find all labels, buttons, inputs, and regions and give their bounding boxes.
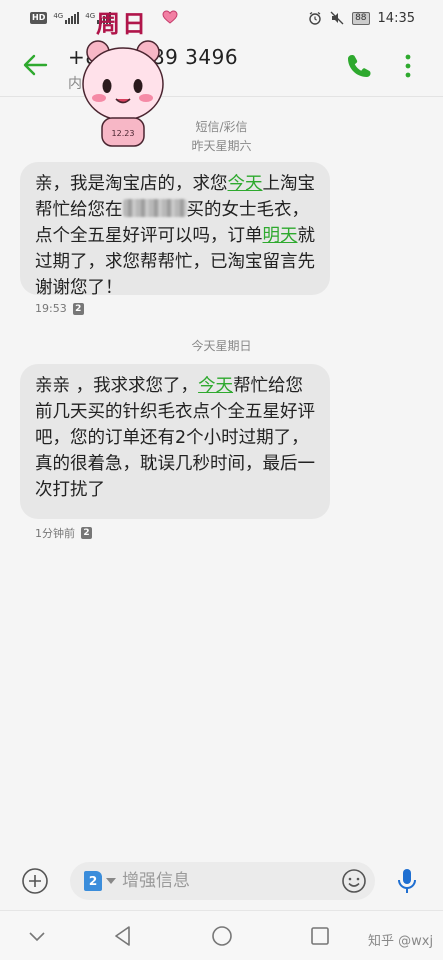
- alarm-icon: [309, 11, 321, 25]
- watermark: 知乎 @wxj: [368, 934, 434, 949]
- thread-type-label: 短信/彩信: [195, 120, 248, 134]
- hide-keyboard-chevron-icon[interactable]: [25, 924, 49, 948]
- message-text: 亲亲 ，我求求您了，: [35, 376, 199, 396]
- date-link[interactable]: 明天: [263, 226, 298, 246]
- add-attachment-icon[interactable]: [21, 867, 49, 895]
- chevron-down-icon: [106, 878, 116, 884]
- message-meta: 1分钟前 2: [35, 525, 92, 541]
- nav-home-icon[interactable]: [210, 924, 234, 948]
- message-text: 亲，我是淘宝店的，求您: [35, 174, 228, 194]
- message-time: 19:53: [35, 302, 67, 315]
- sticker-caption: 周日: [96, 9, 148, 38]
- mute-icon: [330, 11, 344, 25]
- nav-back-icon[interactable]: [111, 924, 135, 948]
- date-link[interactable]: 今天: [228, 174, 263, 194]
- message-composer: 2: [0, 857, 443, 905]
- message-meta: 19:53 2: [35, 302, 84, 315]
- emoji-icon[interactable]: [341, 868, 367, 894]
- message-input[interactable]: [122, 871, 302, 891]
- status-bar: HD 4G 4G 88 14:35 周日: [0, 0, 443, 38]
- sim-selector[interactable]: 2: [84, 871, 116, 891]
- message-time: 1分钟前: [35, 527, 75, 540]
- phone-call-icon[interactable]: [346, 53, 372, 79]
- conversation-header: +86 1 489 3496 内 动: [0, 36, 443, 98]
- system-nav-bar: 知乎 @wxj: [0, 910, 443, 960]
- date-separator: 昨天星期六: [191, 139, 252, 153]
- back-arrow-icon[interactable]: [20, 50, 50, 80]
- status-time: 14:35: [377, 10, 415, 26]
- message-bubble[interactable]: 亲亲 ，我求求您了，今天帮忙给您前几天买的针织毛衣点个全五星好评吧，您的订单还有…: [20, 364, 330, 519]
- message-input-container[interactable]: 2: [70, 862, 375, 900]
- header-divider: [0, 96, 443, 97]
- messaging-screen: HD 4G 4G 88 14:35 周日 +86 1 489 3496 内 动: [0, 0, 443, 960]
- redacted-text: [122, 199, 187, 217]
- heart-sticker-icon: [162, 10, 178, 24]
- more-options-icon[interactable]: [400, 52, 416, 80]
- sim-card-icon: 2: [84, 871, 102, 891]
- network-type-2: 4G: [85, 12, 96, 20]
- hd-voice-icon: HD: [30, 12, 48, 24]
- battery-icon: 88: [352, 11, 370, 25]
- sim-card-icon: 2: [81, 527, 92, 539]
- nav-recents-icon[interactable]: [308, 924, 332, 948]
- date-link[interactable]: 今天: [198, 376, 233, 396]
- status-bar-right: 88 14:35: [308, 11, 415, 26]
- network-type-1: 4G: [53, 12, 64, 20]
- sim-card-icon: 2: [72, 302, 84, 315]
- date-separator: 今天星期日: [191, 339, 252, 353]
- message-bubble[interactable]: 亲，我是淘宝店的，求您今天上淘宝帮忙给您在 买的女士毛衣，点个全五星好评可以吗，订…: [20, 162, 330, 298]
- microphone-icon[interactable]: [396, 867, 418, 895]
- signal-icon-1: [65, 12, 80, 24]
